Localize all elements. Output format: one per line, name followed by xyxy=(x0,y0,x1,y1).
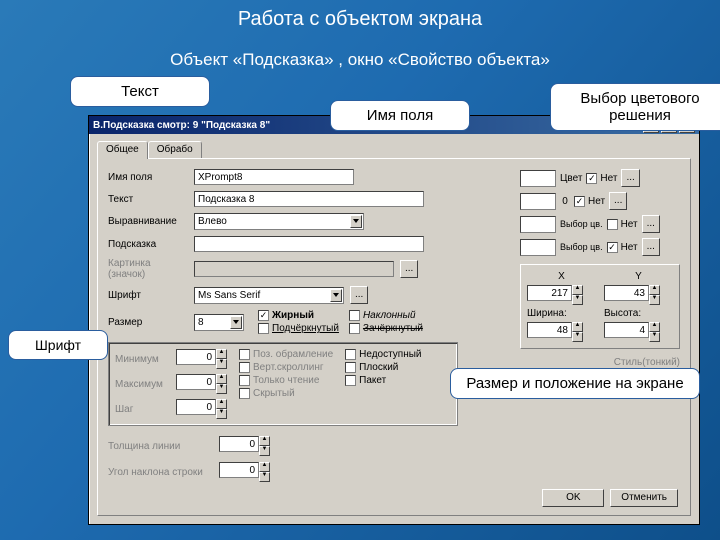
lbl-h: Высота: xyxy=(604,308,673,319)
spin-corner[interactable]: 0▲▼ xyxy=(219,462,270,482)
input-name[interactable]: XPrompt8 xyxy=(194,169,354,185)
tab-general[interactable]: Общее xyxy=(97,141,148,159)
color-btn-4[interactable]: ... xyxy=(642,238,660,256)
window-title: В.Подсказка смотр: 9 "Подсказка 8" xyxy=(93,120,270,131)
lbl-x: X xyxy=(527,271,596,282)
cancel-button[interactable]: Отменить xyxy=(610,489,678,507)
spin-y[interactable]: 43▲▼ xyxy=(604,285,673,305)
chk-italic[interactable]: Наклонный xyxy=(349,310,423,321)
tab-handlers[interactable]: Обрабо xyxy=(148,141,202,159)
lbl-c1: Цвет xyxy=(560,173,582,184)
ok-button[interactable]: OK xyxy=(542,489,604,507)
callout-size: Размер и положение на экране xyxy=(450,368,700,399)
tab-strip: Общее Обрабо xyxy=(97,140,691,158)
callout-text: Текст xyxy=(70,76,210,107)
chk-unavail[interactable]: Недоступный xyxy=(345,349,421,360)
spin-line-thick[interactable]: 0▲▼ xyxy=(219,436,270,456)
input-hint[interactable] xyxy=(194,236,424,252)
label-size: Размер xyxy=(108,317,188,328)
spin-x[interactable]: 217▲▼ xyxy=(527,285,596,305)
pic-browse-button[interactable]: ... xyxy=(400,260,418,278)
label-align: Выравнивание xyxy=(108,216,188,227)
chk-hat-2[interactable]: ✓Нет xyxy=(574,196,605,207)
callout-fieldname: Имя поля xyxy=(330,100,470,131)
chk-flat[interactable]: Плоский xyxy=(345,362,421,373)
chk-border[interactable]: Поз. обрамление xyxy=(239,349,333,360)
input-pic xyxy=(194,261,394,277)
label-name: Имя поля xyxy=(108,172,188,183)
label-font: Шрифт xyxy=(108,290,188,301)
color-btn-1[interactable]: ... xyxy=(621,169,639,187)
spin-h[interactable]: 4▲▼ xyxy=(604,322,673,342)
label-text: Текст xyxy=(108,194,188,205)
chk-strike[interactable]: Зачёркнутый xyxy=(349,323,423,334)
tab-page: Имя поля XPrompt8 Текст Подсказка 8 Выра… xyxy=(97,158,691,516)
callout-color: Выбор цветового решения xyxy=(550,83,720,131)
input-text[interactable]: Подсказка 8 xyxy=(194,191,424,207)
color-section: Цвет ✓Нет ... 0 ✓Нет ... Выбор цв. Нет .… xyxy=(520,169,680,387)
lbl-style: Стиль(тонкий) xyxy=(520,357,680,368)
color-btn-3[interactable]: ... xyxy=(642,215,660,233)
xy-frame: X Y 217▲▼ 43▲▼ Ширина: Высота: 48▲▼ 4▲▼ xyxy=(520,264,680,349)
chk-packet[interactable]: Пакет xyxy=(345,375,421,386)
font-browse-button[interactable]: ... xyxy=(350,286,368,304)
chk-hat-3[interactable]: Нет xyxy=(607,219,638,230)
properties-dialog: В.Подсказка смотр: 9 "Подсказка 8" _ □ ×… xyxy=(88,115,700,525)
chk-readonly[interactable]: Только чтение xyxy=(239,375,333,386)
lbl-c2: Выбор цв. xyxy=(560,219,603,229)
spin-max[interactable]: 0▲▼ xyxy=(176,374,227,394)
label-line-thick: Толщина линии xyxy=(108,441,213,452)
label-step: Шаг xyxy=(115,404,170,415)
label-hint: Подсказка xyxy=(108,239,188,250)
color-btn-2[interactable]: ... xyxy=(609,192,627,210)
chk-vscroll[interactable]: Верт.скроллинг xyxy=(239,362,333,373)
slide-subtitle: Объект «Подсказка» , окно «Свойство объе… xyxy=(0,50,720,70)
lbl-y: Y xyxy=(604,271,673,282)
callout-font: Шрифт xyxy=(8,330,108,360)
label-pic: Картинка (значок) xyxy=(108,258,188,280)
combo-font[interactable]: Ms Sans Serif xyxy=(194,287,344,304)
slide-title: Работа с объектом экрана xyxy=(0,8,720,31)
lbl-c3: Выбор цв. xyxy=(560,242,603,252)
combo-size[interactable]: 8 xyxy=(194,314,244,331)
spin-w[interactable]: 48▲▼ xyxy=(527,322,596,342)
spin-step[interactable]: 0▲▼ xyxy=(176,399,227,419)
chk-hat-4[interactable]: ✓Нет xyxy=(607,242,638,253)
combo-align[interactable]: Влево xyxy=(194,213,364,230)
spin-min[interactable]: 0▲▼ xyxy=(176,349,227,369)
chk-under[interactable]: Подчёркнутый xyxy=(258,323,339,334)
chk-bold[interactable]: ✓Жирный xyxy=(258,310,339,321)
chk-hidden[interactable]: Скрытый xyxy=(239,388,333,399)
label-max: Максимум xyxy=(115,379,170,390)
label-corner: Угол наклона строки xyxy=(108,467,213,478)
lbl-w: Ширина: xyxy=(527,308,596,319)
label-min: Минимум xyxy=(115,354,170,365)
chk-hat-1[interactable]: ✓Нет xyxy=(586,173,617,184)
